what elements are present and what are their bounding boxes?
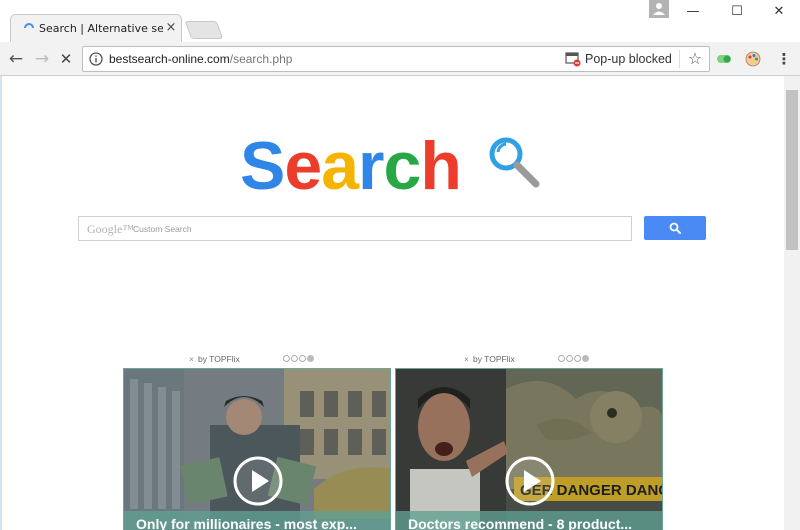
minimize-button[interactable]: —	[678, 2, 708, 22]
play-icon[interactable]	[504, 455, 556, 507]
popup-blocked-label[interactable]: Pop-up blocked	[585, 51, 672, 68]
search-button[interactable]	[644, 216, 706, 240]
maximize-button[interactable]: ☐	[722, 2, 752, 22]
ad-source-label[interactable]: by TOPFlix	[473, 352, 515, 366]
ad-card[interactable]: Only for millionaires - most exp...	[123, 368, 391, 530]
tab-title: Search | Alternative search	[39, 22, 163, 35]
ad-header: × by TOPFlix	[460, 352, 602, 366]
page-viewport: Search Google™ Custom Search × by TOPFli…	[0, 76, 800, 530]
logo-letter: h	[420, 128, 462, 204]
title-bar: Search | Alternative search × — ☐ ✕	[0, 0, 800, 42]
new-tab-button[interactable]	[184, 21, 224, 39]
ad-close-icon[interactable]: ×	[189, 352, 197, 366]
ad-source-label[interactable]: by TOPFlix	[198, 352, 240, 366]
logo-letter: a	[321, 128, 359, 204]
logo-letter: e	[284, 128, 322, 204]
close-window-button[interactable]: ✕	[764, 2, 794, 22]
ad-caption-bar: Doctors recommend - 8 product...	[396, 511, 662, 530]
url-text: bestsearch-online.com/search.php	[109, 51, 292, 68]
logo-letter: S	[240, 128, 285, 204]
ad-caption-bar: Only for millionaires - most exp...	[124, 511, 390, 530]
ad-card[interactable]: GER DANGER DANG Doctors recommend - 8 pr…	[395, 368, 663, 530]
tab-favicon-icon	[24, 23, 34, 29]
search-logo: Search	[240, 126, 462, 206]
star-icon[interactable]: ☆	[685, 49, 705, 69]
toggle-extension-icon[interactable]	[716, 51, 732, 67]
profile-icon[interactable]	[649, 0, 669, 18]
stop-button[interactable]: ✕	[56, 49, 76, 69]
ad-pagination-dots[interactable]	[283, 355, 323, 364]
info-icon[interactable]	[89, 52, 103, 66]
scrollbar-thumb[interactable]	[786, 90, 798, 250]
logo-letter: r	[358, 128, 384, 204]
play-icon[interactable]	[232, 455, 284, 507]
ad-header: × by TOPFlix	[185, 352, 327, 366]
logo-letter: c	[383, 128, 421, 204]
google-brand-label: Google™	[87, 222, 135, 236]
tab-close-icon[interactable]: ×	[163, 20, 179, 36]
search-input[interactable]: Google™ Custom Search	[78, 216, 632, 241]
popup-blocked-icon[interactable]	[565, 52, 581, 67]
address-bar[interactable]: bestsearch-online.com/search.php Pop-up …	[82, 46, 710, 72]
url-host: bestsearch-online.com	[109, 52, 230, 66]
ad-caption[interactable]: Doctors recommend - 8 product...	[408, 515, 660, 530]
omnibox-divider	[679, 50, 680, 68]
url-path: /search.php	[229, 52, 293, 66]
back-button[interactable]: ←	[6, 49, 26, 69]
ad-close-icon[interactable]: ×	[464, 352, 472, 366]
search-icon	[669, 222, 681, 234]
browser-tab[interactable]: Search | Alternative search ×	[10, 14, 182, 42]
menu-icon[interactable]: ⋮	[776, 50, 792, 68]
forward-button[interactable]: →	[32, 49, 52, 69]
browser-toolbar: ← → ✕ bestsearch-online.com/search.php P…	[0, 42, 800, 76]
ad-pagination-dots[interactable]	[558, 355, 598, 364]
page-scrollbar[interactable]	[784, 76, 800, 530]
palette-extension-icon[interactable]	[745, 51, 761, 67]
search-placeholder: Custom Search	[133, 224, 192, 234]
ad-caption[interactable]: Only for millionaires - most exp...	[136, 515, 388, 530]
left-edge	[0, 76, 2, 530]
magnifier-logo-icon	[489, 137, 540, 188]
